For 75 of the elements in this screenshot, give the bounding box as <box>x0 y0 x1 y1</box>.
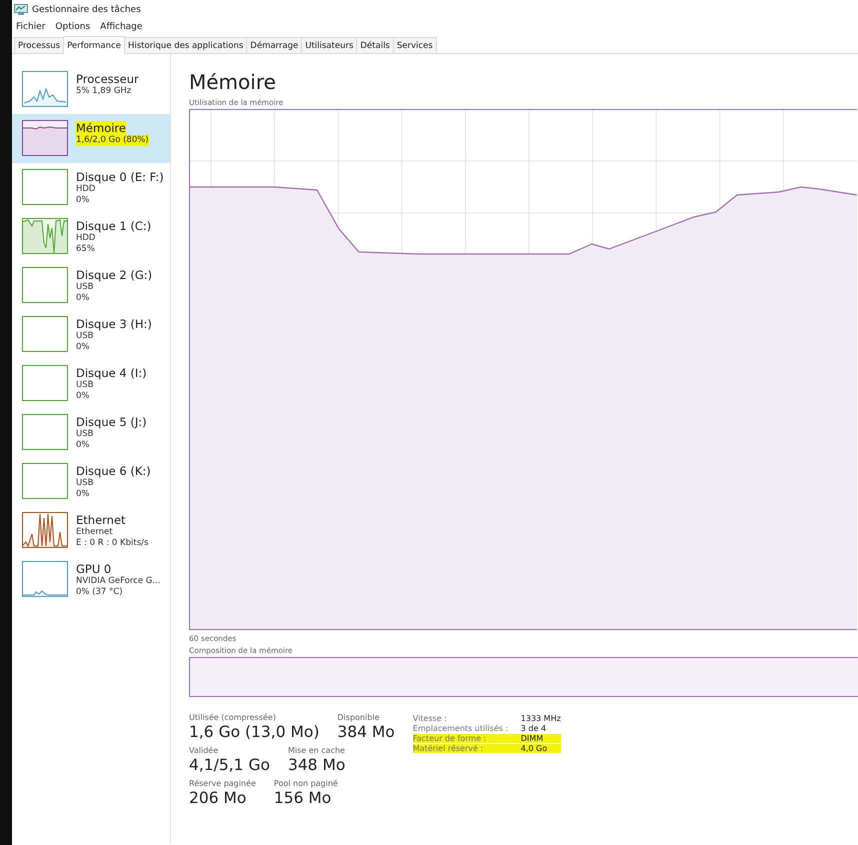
device-name: GPU 0 <box>76 562 112 576</box>
stat-value: 156 Mo <box>274 788 332 808</box>
tab[interactable]: Utilisateurs <box>301 37 358 53</box>
detail-label: Emplacements utilisés : <box>412 724 510 733</box>
device-name: Disque 6 (K:) <box>76 464 151 478</box>
device-detail: USB <box>76 331 94 342</box>
device-detail: E : 0 R : 0 Kbits/s <box>76 538 148 549</box>
device-detail: USB <box>76 478 94 489</box>
detail-label: Facteur de forme : <box>412 734 521 743</box>
device-detail: HDD <box>76 184 96 195</box>
sidebar-item[interactable]: Disque 3 (H:) USB 0% <box>12 310 170 359</box>
detail-label: Matériel réservé : <box>412 744 521 753</box>
menu-item[interactable]: Options <box>55 22 90 32</box>
stat-label: Utilisée (compressée) <box>189 713 277 722</box>
sidebar-item[interactable]: Disque 5 (J:) USB 0% <box>12 408 170 457</box>
device-detail: USB <box>76 429 94 440</box>
device-detail: 0% <box>76 440 90 451</box>
device-name: Disque 0 (E: F:) <box>76 170 164 184</box>
device-name: Disque 1 (C:) <box>76 219 152 233</box>
tab[interactable]: Détails <box>356 37 394 53</box>
stat-value: 1,6 Go (13,0 Mo) <box>189 722 320 742</box>
device-detail: Ethernet <box>76 527 113 538</box>
stat-value: 206 Mo <box>189 788 248 808</box>
device-detail: 0% <box>76 391 90 402</box>
sidebar-item[interactable]: Ethernet Ethernet E : 0 R : 0 Kbits/s <box>12 506 170 555</box>
sidebar-item[interactable]: Disque 2 (G:) USB 0% <box>12 261 170 310</box>
device-name: Disque 5 (J:) <box>76 415 147 429</box>
page-title: Mémoire <box>189 70 277 94</box>
sidebar-item[interactable]: Disque 4 (I:) USB 0% <box>12 359 170 408</box>
sidebar-item[interactable]: GPU 0 NVIDIA GeForce G... 0% (37 °C) <box>12 555 170 604</box>
stat-label: Réserve paginée <box>189 779 256 788</box>
stat-value: 384 Mo <box>337 722 395 742</box>
stat-label: Disponible <box>337 713 380 722</box>
device-name: Processeur <box>76 72 139 86</box>
device-name: Disque 3 (H:) <box>76 317 152 331</box>
detail-value: DIMM <box>520 734 561 743</box>
sidebar-item[interactable]: Disque 0 (E: F:) HDD 0% <box>12 163 170 212</box>
device-detail: 0% <box>76 342 90 353</box>
device-detail: 0% (37 °C) <box>76 587 123 598</box>
device-name: Disque 4 (I:) <box>76 366 147 380</box>
stat-value: 4,1/5,1 Go <box>189 755 270 775</box>
tab[interactable]: Services <box>392 37 437 53</box>
device-detail: 0% <box>76 293 90 304</box>
device-detail: 0% <box>76 489 90 500</box>
sidebar-item[interactable]: Disque 6 (K:) USB 0% <box>12 457 170 506</box>
device-detail: 5% 1,89 GHz <box>76 86 132 97</box>
device-detail: 1,6/2,0 Go (80%) <box>76 135 149 146</box>
device-detail: USB <box>76 282 94 293</box>
sidebar-item[interactable]: Mémoire 1,6/2,0 Go (80%) <box>12 114 170 163</box>
sidebar-item[interactable]: Processeur 5% 1,89 GHz <box>12 65 170 114</box>
tab[interactable]: Démarrage <box>246 37 302 53</box>
stat-label: Mise en cache <box>288 746 346 755</box>
stat-label: Validée <box>189 746 220 755</box>
stat-value: 348 Mo <box>288 755 346 775</box>
task-manager-icon <box>14 4 28 15</box>
device-detail: NVIDIA GeForce G... <box>76 576 160 587</box>
menu-item[interactable]: Affichage <box>100 22 142 32</box>
tab[interactable]: Historique des applications <box>124 37 248 53</box>
device-name: Ethernet <box>76 513 126 527</box>
device-detail: HDD <box>76 233 96 244</box>
sidebar-item[interactable]: Disque 1 (C:) HDD 65% <box>12 212 170 261</box>
tab[interactable]: Performance <box>63 36 125 54</box>
device-detail: 0% <box>76 195 90 206</box>
detail-value: 3 de 4 <box>520 724 548 733</box>
detail-label: Vitesse : <box>412 714 448 723</box>
detail-value: 4,0 Go <box>520 744 561 753</box>
detail-value: 1333 MHz <box>520 714 561 723</box>
tab[interactable]: Processus <box>14 37 64 53</box>
device-detail: USB <box>76 380 94 391</box>
stat-label: Pool non paginé <box>274 779 338 788</box>
device-name: Mémoire <box>76 121 126 135</box>
device-name: Disque 2 (G:) <box>76 268 152 282</box>
menu-item[interactable]: Fichier <box>16 22 46 32</box>
window-title: Gestionnaire des tâches <box>32 4 141 14</box>
device-detail: 65% <box>76 244 95 255</box>
